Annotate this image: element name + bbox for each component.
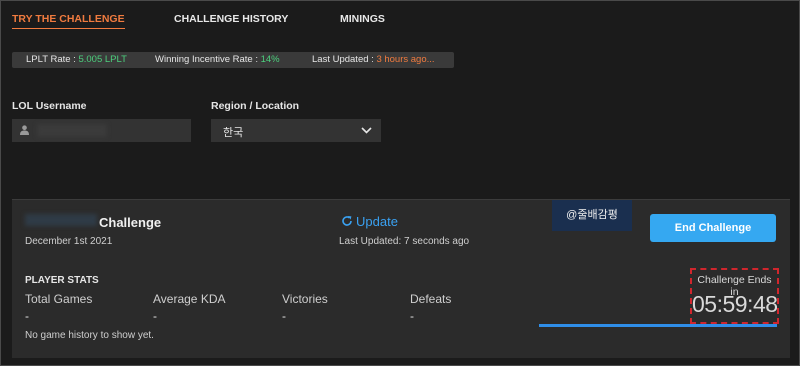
stat-value-defeats: - [410, 309, 414, 323]
end-challenge-button[interactable]: End Challenge [650, 214, 776, 242]
tab-try-the-challenge[interactable]: TRY THE CHALLENGE [12, 13, 125, 29]
challenge-title: Challenge [99, 215, 162, 230]
incentive-rate-value: 14% [260, 54, 280, 65]
rates-updated-value: 3 hours ago... [376, 54, 435, 65]
region-select[interactable]: 한국 [211, 119, 381, 142]
challenge-last-updated: Last Updated: 7 seconds ago [339, 236, 470, 247]
empty-history-message: No game history to show yet. [25, 330, 154, 341]
rates-updated-label: Last Updated : [312, 54, 377, 65]
stat-value-victories: - [282, 309, 286, 323]
stat-value-total-games: - [25, 309, 29, 323]
update-button[interactable]: Update [341, 214, 398, 229]
stat-value-average-kda: - [153, 309, 157, 323]
update-label: Update [356, 214, 398, 229]
rates-last-updated: Last Updated : 3 hours ago... [312, 54, 435, 65]
stat-label-average-kda: Average KDA [153, 292, 226, 306]
redacted-username [37, 124, 107, 137]
challenge-progress-bar [539, 324, 777, 327]
challenge-date: December 1st 2021 [25, 236, 113, 247]
stat-label-defeats: Defeats [410, 292, 452, 306]
lplt-rate: LPLT Rate : 5.005 LPLT [26, 54, 127, 65]
player-stats-title: PLAYER STATS [25, 275, 99, 286]
refresh-icon [342, 216, 352, 226]
challenge-timer: Challenge Ends in 05:59:48 [690, 268, 779, 324]
stat-label-victories: Victories [282, 292, 328, 306]
incentive-rate: Winning Incentive Rate : 14% [155, 54, 280, 65]
timer-value: 05:59:48 [692, 291, 778, 317]
stat-label-total-games: Total Games [25, 292, 93, 306]
tab-challenge-history[interactable]: CHALLENGE HISTORY [174, 13, 288, 25]
challenge-progress-fill [539, 324, 777, 327]
rates-bar: LPLT Rate : 5.005 LPLT Winning Incentive… [12, 52, 454, 68]
challenge-panel: Challenge December 1st 2021 Update Last … [12, 199, 790, 358]
tab-minings[interactable]: MININGS [340, 13, 385, 25]
username-label: LOL Username [12, 100, 87, 112]
user-icon [20, 125, 29, 135]
app-frame: TRY THE CHALLENGE CHALLENGE HISTORY MINI… [0, 0, 800, 366]
watermark: @줄배감평 [552, 200, 632, 231]
region-selected-value: 한국 [223, 127, 244, 139]
lplt-rate-value: 5.005 LPLT [78, 54, 127, 65]
redacted-challenge-name [25, 214, 97, 226]
lplt-rate-label: LPLT Rate : [26, 54, 79, 65]
region-label: Region / Location [211, 100, 300, 112]
chevron-down-icon [361, 127, 372, 134]
incentive-rate-label: Winning Incentive Rate : [155, 54, 261, 65]
